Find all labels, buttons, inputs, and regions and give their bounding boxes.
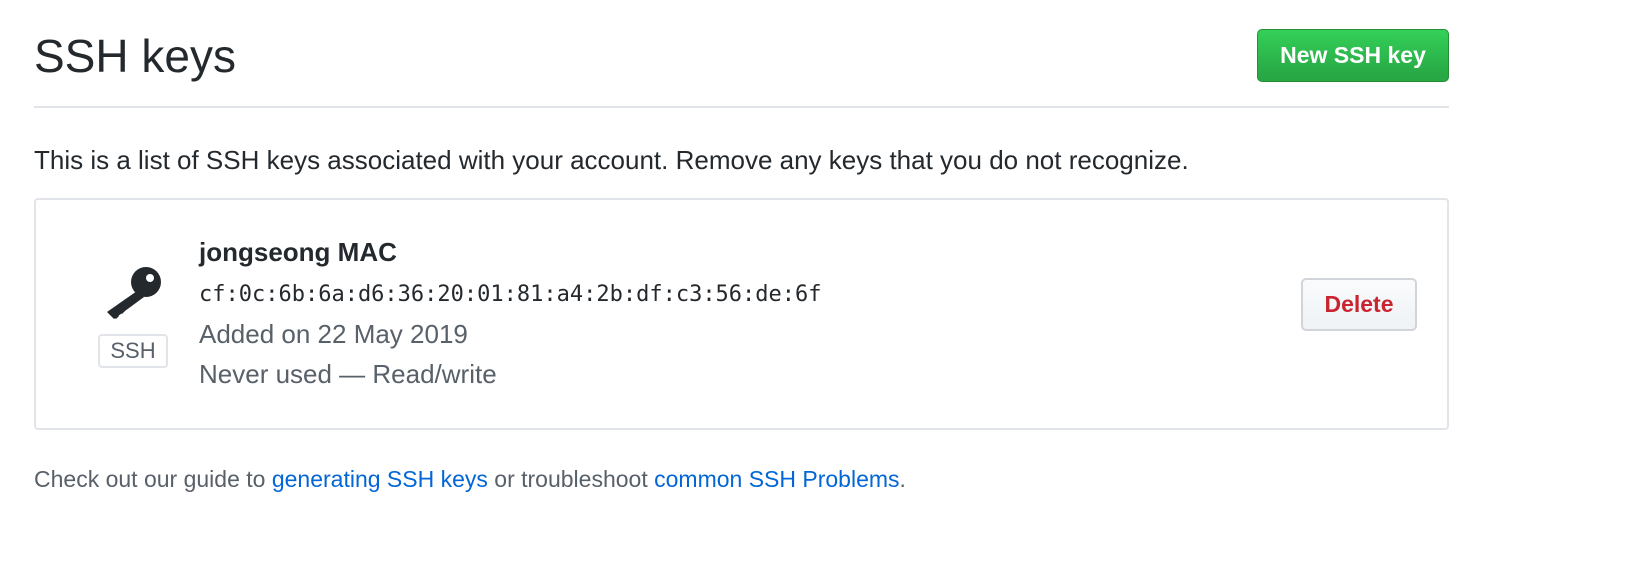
- page-header: SSH keys New SSH key: [34, 0, 1449, 108]
- footer-middle: or troubleshoot: [487, 466, 655, 492]
- page-title: SSH keys: [34, 30, 236, 82]
- ssh-keys-description: This is a list of SSH keys associated wi…: [34, 145, 1189, 175]
- common-ssh-problems-link[interactable]: common SSH Problems: [654, 466, 899, 492]
- key-added-date: Added on 22 May 2019: [199, 319, 468, 349]
- key-title: jongseong MAC: [199, 237, 397, 267]
- key-fingerprint: cf:0c:6b:6a:d6:36:20:01:81:a4:2b:df:c3:5…: [199, 282, 822, 307]
- help-footer: Check out our guide to generating SSH ke…: [34, 462, 906, 496]
- ssh-key-list-item: SSH jongseong MAC cf:0c:6b:6a:d6:36:20:0…: [34, 198, 1449, 430]
- footer-suffix: .: [899, 466, 906, 492]
- key-usage-status: Never used — Read/write: [199, 359, 497, 389]
- footer-prefix: Check out our guide to: [34, 466, 272, 492]
- key-icon: [107, 267, 161, 319]
- new-ssh-key-button[interactable]: New SSH key: [1257, 29, 1449, 82]
- delete-key-button[interactable]: Delete: [1301, 278, 1417, 331]
- ssh-type-badge: SSH: [98, 334, 168, 368]
- generating-ssh-keys-link[interactable]: generating SSH keys: [272, 466, 488, 492]
